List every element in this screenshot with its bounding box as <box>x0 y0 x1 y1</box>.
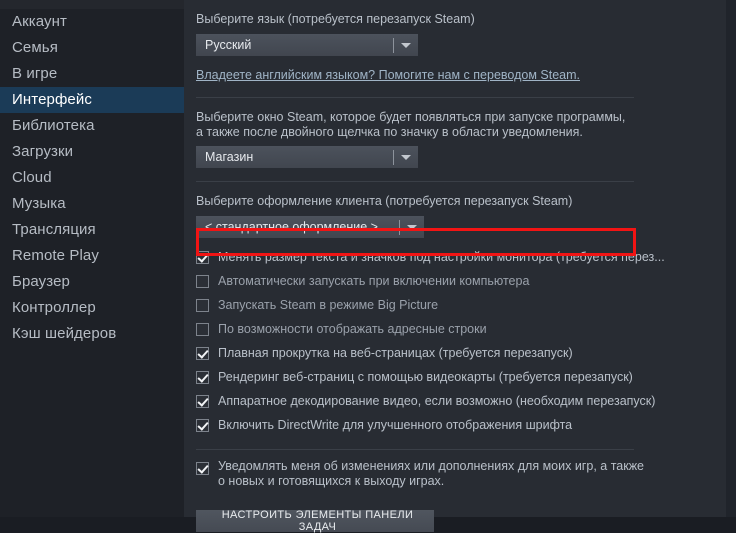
sidebar-item-4[interactable]: Библиотека <box>0 113 184 139</box>
sidebar-item-label: В игре <box>12 65 58 82</box>
option-label: Менять размер текста и значков под настр… <box>218 250 665 264</box>
skin-section-label: Выберите оформление клиента (потребуется… <box>196 194 573 208</box>
sidebar-item-label: Cloud <box>12 169 52 186</box>
sidebar-item-label: Контроллер <box>12 299 96 316</box>
translation-help-link[interactable]: Владеете английским языком? Помогите нам… <box>196 68 580 82</box>
sidebar-item-label: Браузер <box>12 273 70 290</box>
sidebar-item-3[interactable]: Интерфейс <box>0 87 184 113</box>
sidebar-item-2[interactable]: В игре <box>0 61 184 87</box>
notify-updates-label: Уведомлять меня об изменениях или дополн… <box>218 459 645 488</box>
option-row[interactable]: Менять размер текста и значков под настр… <box>196 248 713 272</box>
startup-window-section-label: Выберите окно Steam, которое будет появл… <box>196 110 626 139</box>
interface-options-list: Менять размер текста и значков под настр… <box>193 248 713 440</box>
sidebar-item-label: Remote Play <box>12 247 99 264</box>
sidebar-item-5[interactable]: Загрузки <box>0 139 184 165</box>
language-dropdown[interactable]: Русский <box>196 34 418 56</box>
sidebar-item-7[interactable]: Музыка <box>0 191 184 217</box>
notify-updates-checkbox[interactable] <box>196 462 209 475</box>
skin-dropdown-value: < стандартное оформление > <box>205 220 378 234</box>
option-row[interactable]: Включить DirectWrite для улучшенного ото… <box>196 416 713 440</box>
sidebar-item-8[interactable]: Трансляция <box>0 217 184 243</box>
configure-taskbar-button[interactable]: НАСТРОИТЬ ЭЛЕМЕНТЫ ПАНЕЛИ ЗАДАЧ <box>196 509 434 533</box>
sidebar-item-label: Семья <box>12 39 58 56</box>
chevron-down-icon <box>400 224 424 230</box>
sidebar-item-label: Трансляция <box>12 221 96 238</box>
sidebar-item-label: Библиотека <box>12 117 95 134</box>
language-dropdown-value: Русский <box>205 38 252 52</box>
option-label: Рендеринг веб-страниц с помощью видеокар… <box>218 370 633 384</box>
right-edge-strip <box>726 0 736 517</box>
option-row[interactable]: По возможности отображать адресные строк… <box>196 320 713 344</box>
option-checkbox[interactable] <box>196 347 209 360</box>
skin-dropdown[interactable]: < стандартное оформление > <box>196 216 424 238</box>
language-section-label: Выберите язык (потребуется перезапуск St… <box>196 12 475 26</box>
sidebar-nav-list: Аккаунт Семья В игре Интерфейс Библиотека Заг… <box>0 9 184 347</box>
notify-updates-row[interactable]: Уведомлять меня об изменениях или дополн… <box>196 459 713 493</box>
option-label: По возможности отображать адресные строк… <box>218 322 487 336</box>
sidebar-item-label: Загрузки <box>12 143 74 160</box>
sidebar-item-label: Музыка <box>12 195 66 212</box>
option-row[interactable]: Рендеринг веб-страниц с помощью видеокар… <box>196 368 713 392</box>
option-row[interactable]: Плавная прокрутка на веб-страницах (треб… <box>196 344 713 368</box>
option-checkbox[interactable] <box>196 419 209 432</box>
sidebar-top-strip <box>0 0 184 9</box>
sidebar-item-11[interactable]: Контроллер <box>0 295 184 321</box>
option-checkbox[interactable] <box>196 323 209 336</box>
option-label: Включить DirectWrite для улучшенного ото… <box>218 418 573 432</box>
option-row[interactable]: Аппаратное декодирование видео, если воз… <box>196 392 713 416</box>
sidebar-item-0[interactable]: Аккаунт <box>0 9 184 35</box>
option-label: Запускать Steam в режиме Big Picture <box>218 298 439 312</box>
option-checkbox[interactable] <box>196 251 209 264</box>
settings-sidebar: Аккаунт Семья В игре Интерфейс Библиотека Заг… <box>0 0 184 517</box>
option-checkbox[interactable] <box>196 395 209 408</box>
sidebar-item-9[interactable]: Remote Play <box>0 243 184 269</box>
sidebar-item-label: Аккаунт <box>12 13 67 30</box>
sidebar-item-12[interactable]: Кэш шейдеров <box>0 321 184 347</box>
option-row[interactable]: Автоматически запускать при включении ко… <box>196 272 713 296</box>
option-row[interactable]: Запускать Steam в режиме Big Picture <box>196 296 713 320</box>
option-label: Плавная прокрутка на веб-страницах (треб… <box>218 346 573 360</box>
option-checkbox[interactable] <box>196 275 209 288</box>
option-label: Автоматически запускать при включении ко… <box>218 274 530 288</box>
option-label: Аппаратное декодирование видео, если воз… <box>218 394 656 408</box>
sidebar-item-6[interactable]: Cloud <box>0 165 184 191</box>
chevron-down-icon <box>394 154 418 160</box>
option-checkbox[interactable] <box>196 371 209 384</box>
sidebar-item-10[interactable]: Браузер <box>0 269 184 295</box>
startup-window-dropdown[interactable]: Магазин <box>196 146 418 168</box>
sidebar-item-label: Кэш шейдеров <box>12 325 117 342</box>
settings-content-panel: Выберите язык (потребуется перезапуск St… <box>184 0 736 533</box>
steam-settings-window: Аккаунт Семья В игре Интерфейс Библиотека Заг… <box>0 0 736 533</box>
sidebar-item-label: Интерфейс <box>12 91 92 108</box>
startup-window-dropdown-value: Магазин <box>205 150 254 164</box>
chevron-down-icon <box>394 42 418 48</box>
sidebar-item-1[interactable]: Семья <box>0 35 184 61</box>
option-checkbox[interactable] <box>196 299 209 312</box>
